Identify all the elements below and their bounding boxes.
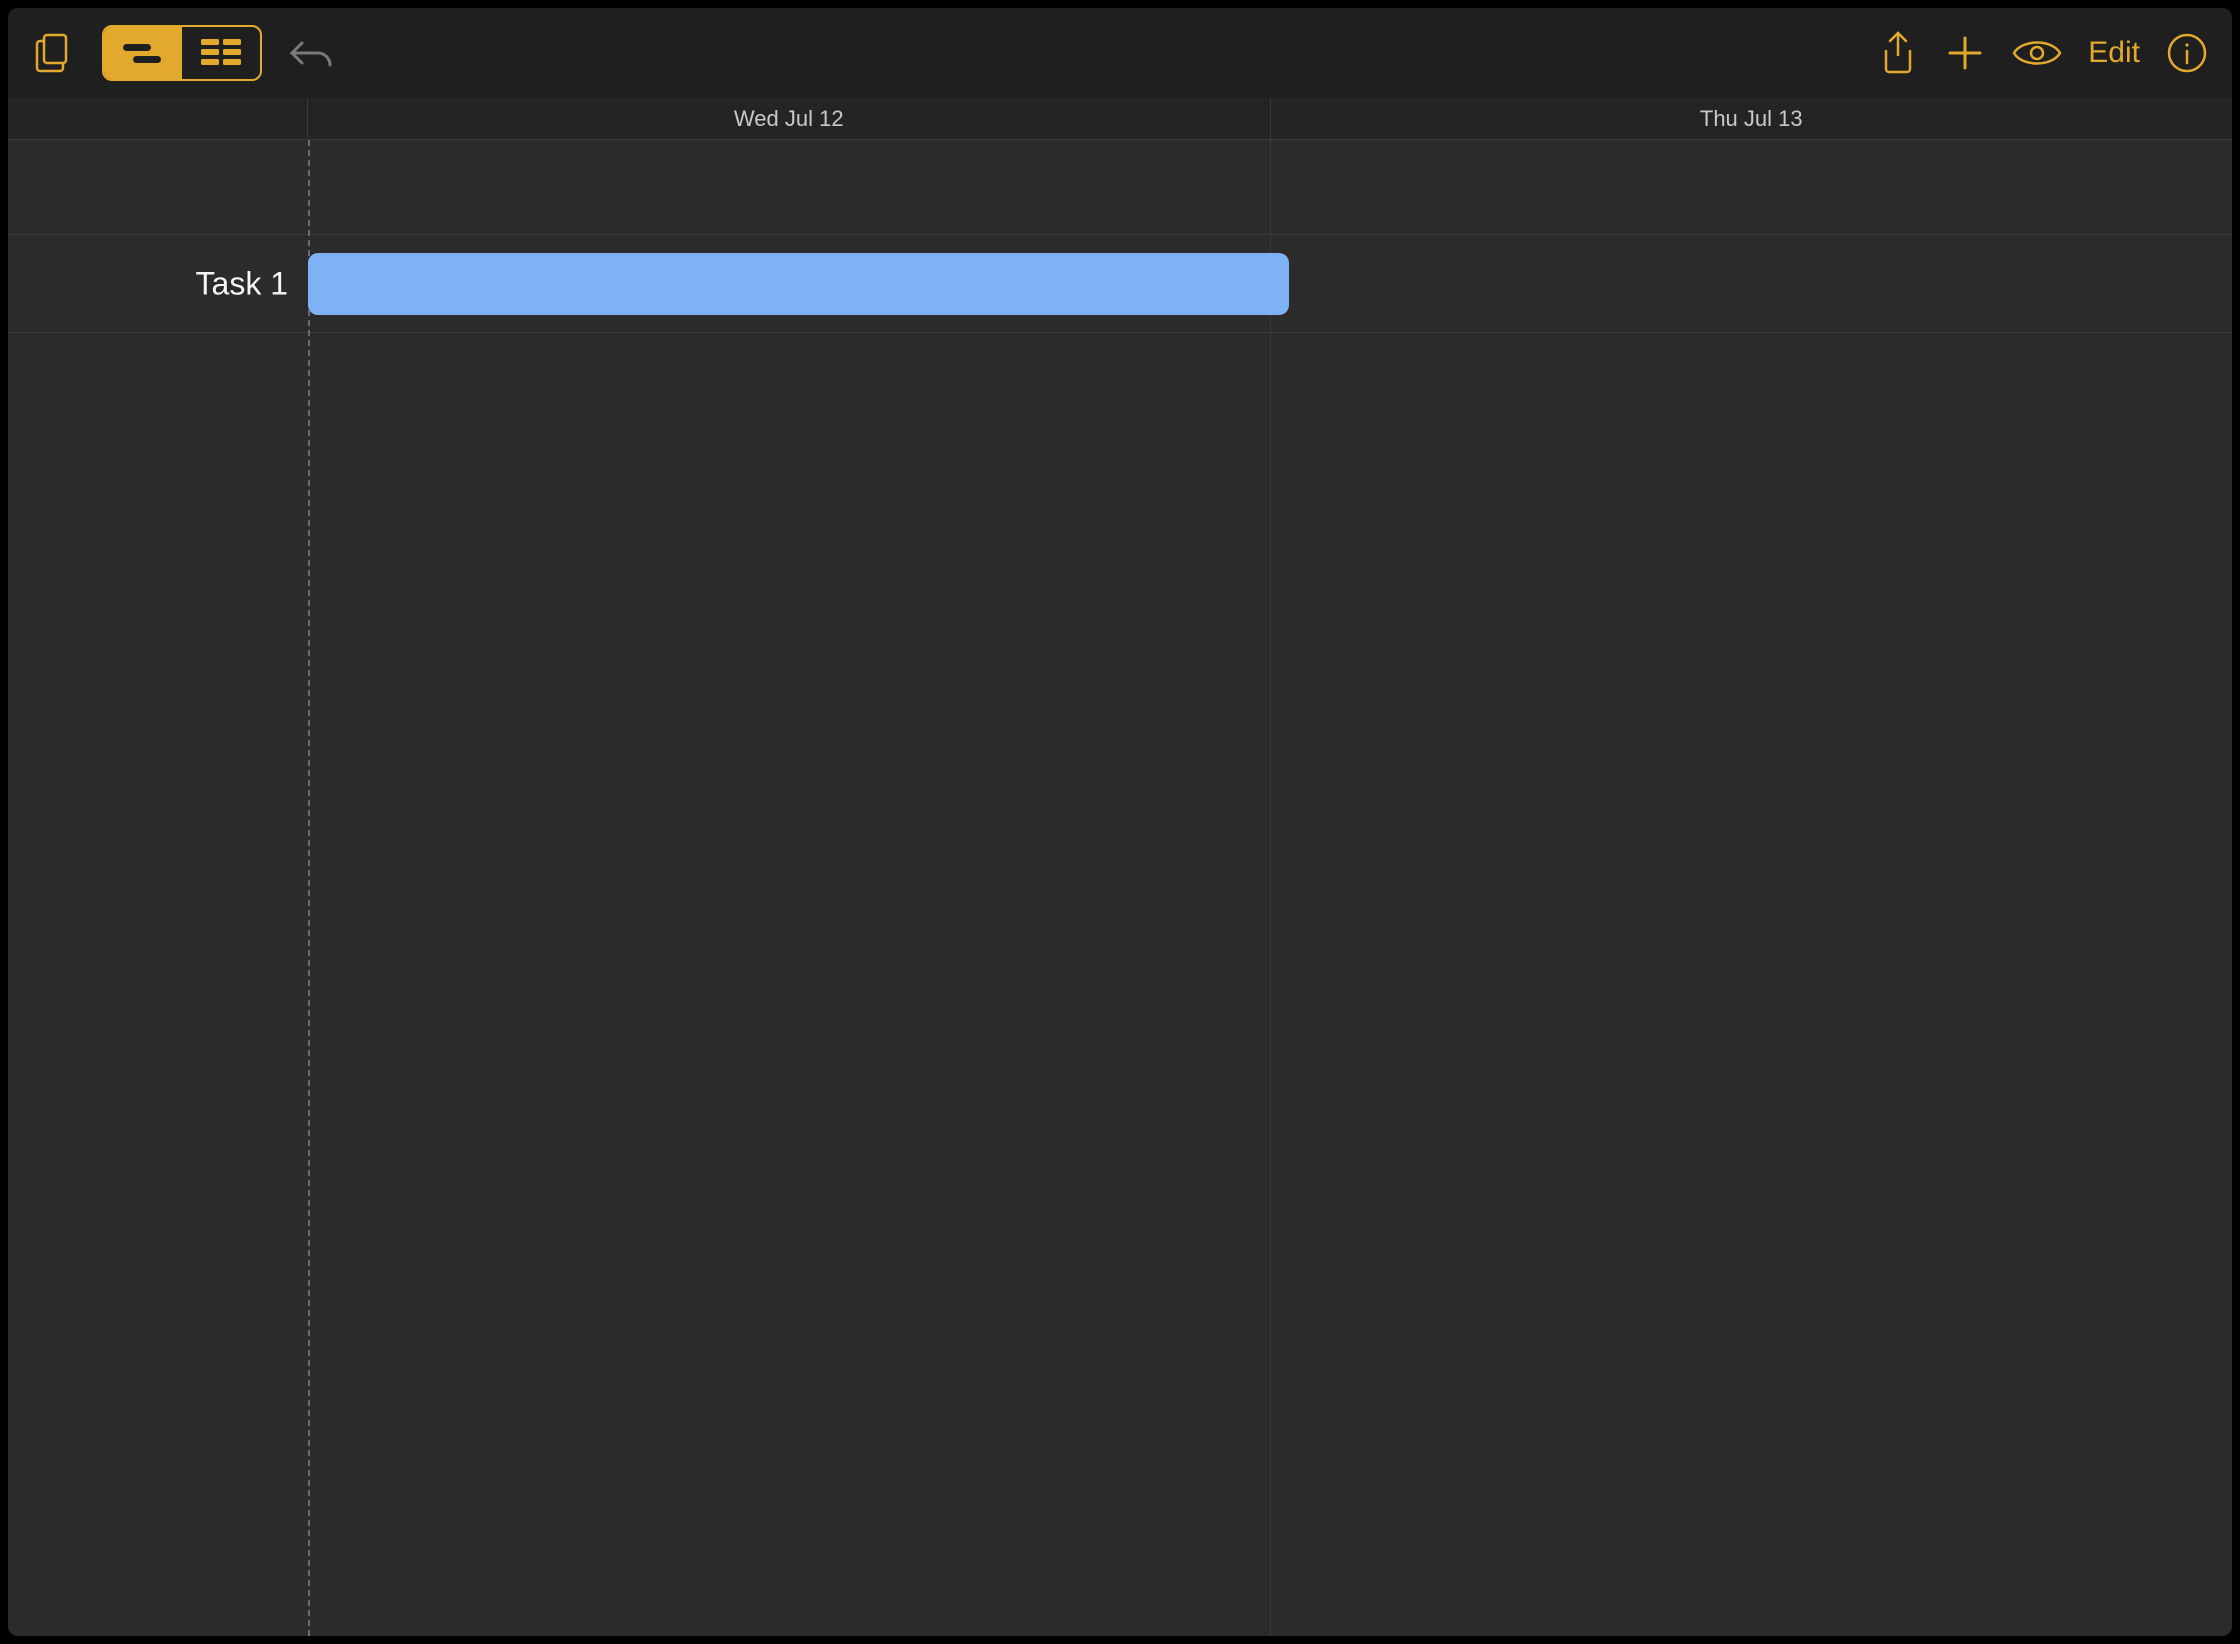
date-header: Wed Jul 12 Thu Jul 13 [8, 98, 2232, 140]
view-mode-toggle[interactable] [102, 25, 262, 81]
info-icon[interactable] [2166, 32, 2208, 74]
edit-button[interactable]: Edit [2088, 36, 2140, 70]
spacer-row [8, 140, 308, 235]
add-icon[interactable] [1944, 32, 1986, 74]
date-column-2[interactable]: Thu Jul 13 [1270, 98, 2233, 139]
outline-view-segment[interactable] [182, 27, 260, 79]
task-label-column: Task 1 [8, 140, 308, 1636]
toolbar: Edit [8, 8, 2232, 98]
documents-icon[interactable] [32, 31, 76, 75]
day-separator-line [1270, 140, 1271, 1636]
undo-icon[interactable] [288, 33, 334, 73]
date-header-gutter [8, 98, 308, 139]
date-label: Wed Jul 12 [734, 106, 844, 132]
task-bar[interactable] [308, 253, 1289, 315]
today-marker-line [308, 140, 310, 1636]
task-row-label[interactable]: Task 1 [8, 235, 308, 333]
eye-icon[interactable] [2012, 35, 2062, 71]
date-label: Thu Jul 13 [1700, 106, 1803, 132]
share-icon[interactable] [1878, 29, 1918, 77]
gantt-area[interactable]: Task 1 [8, 140, 2232, 1636]
date-column-1[interactable]: Wed Jul 12 [308, 98, 1270, 139]
app-window: Edit Wed Jul 12 Thu Jul 13 [8, 8, 2232, 1636]
task-name: Task 1 [196, 265, 288, 302]
gantt-view-segment[interactable] [104, 27, 182, 79]
